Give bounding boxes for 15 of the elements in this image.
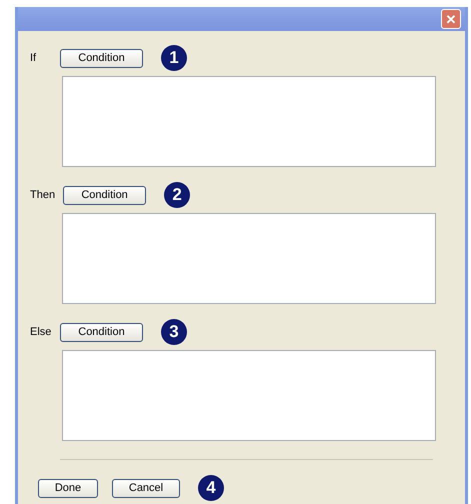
section-label: If (30, 50, 38, 66)
step-number-badge: 4 (198, 475, 224, 501)
step-number-badge: 2 (164, 182, 190, 208)
section-label: Else (30, 324, 52, 340)
condition-button[interactable]: Condition (60, 48, 143, 68)
condition-button[interactable]: Condition (60, 322, 143, 342)
text-area[interactable] (62, 76, 436, 167)
condition-button[interactable]: Condition (63, 186, 146, 204)
section-label: Then (30, 188, 56, 203)
text-area[interactable] (62, 213, 436, 304)
cancel-button[interactable]: Cancel (112, 478, 180, 498)
done-button[interactable]: Done (38, 478, 98, 498)
step-number-badge: 1 (161, 45, 187, 71)
text-area[interactable] (62, 350, 436, 441)
step-number-badge: 3 (161, 319, 187, 345)
